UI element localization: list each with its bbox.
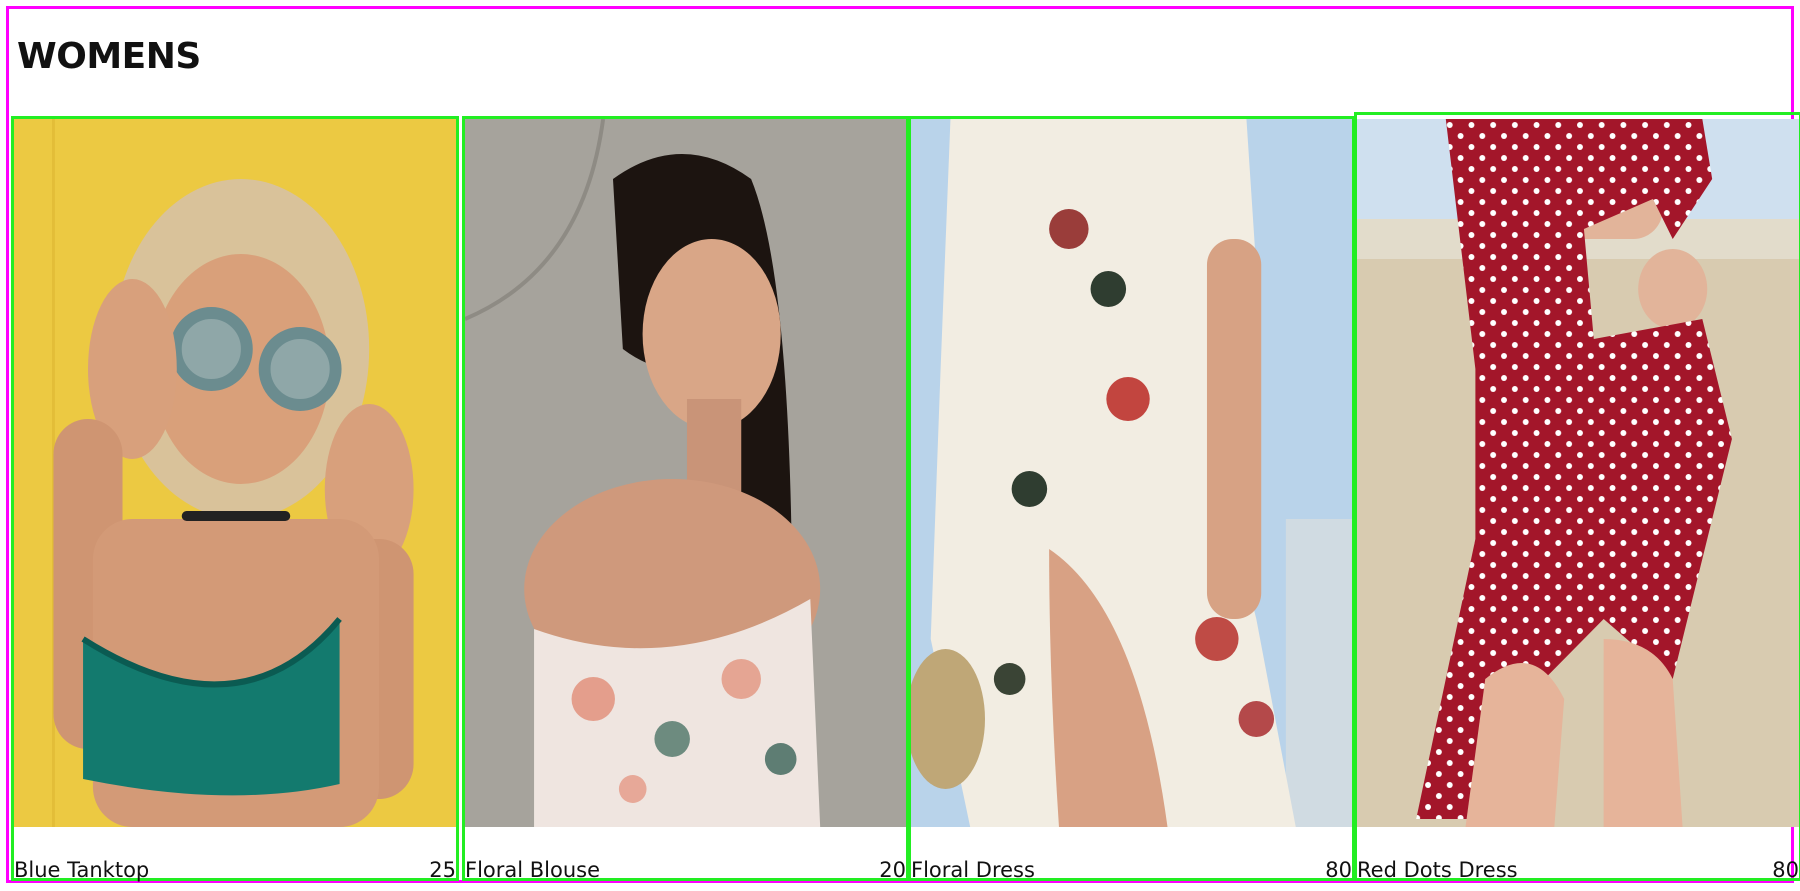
product-card-blue-tanktop[interactable]: Blue Tanktop 25 [11,116,459,883]
womens-section: WOMENS Blue Tanktop 25 Floral Blouse 20 … [6,6,1800,883]
product-price: 25 [429,858,456,882]
product-card-floral-dress[interactable]: Floral Dress 80 [908,116,1355,883]
product-price: 80 [1772,858,1799,882]
product-image-floral-dress[interactable] [911,119,1352,827]
section-title: WOMENS [17,36,201,77]
product-name[interactable]: Blue Tanktop [14,857,149,883]
product-name[interactable]: Red Dots Dress [1357,857,1518,883]
product-price: 20 [879,858,906,882]
product-card-floral-blouse[interactable]: Floral Blouse 20 [462,116,909,883]
product-name[interactable]: Floral Dress [911,857,1035,883]
product-price: 80 [1325,858,1352,882]
woman-floral-off-shoulder-blouse-photo-icon [465,119,906,827]
product-image-blue-tanktop[interactable] [14,119,456,827]
product-image-red-dots-dress[interactable] [1357,119,1799,827]
product-image-floral-blouse[interactable] [465,119,906,827]
product-name[interactable]: Floral Blouse [465,857,600,883]
product-card-red-dots-dress[interactable]: Red Dots Dress 80 [1354,112,1800,883]
woman-teal-crop-top-photo-icon [14,119,456,827]
woman-cream-floral-wrap-dress-photo-icon [911,119,1352,827]
woman-red-polka-dot-dress-photo-icon [1357,119,1799,827]
